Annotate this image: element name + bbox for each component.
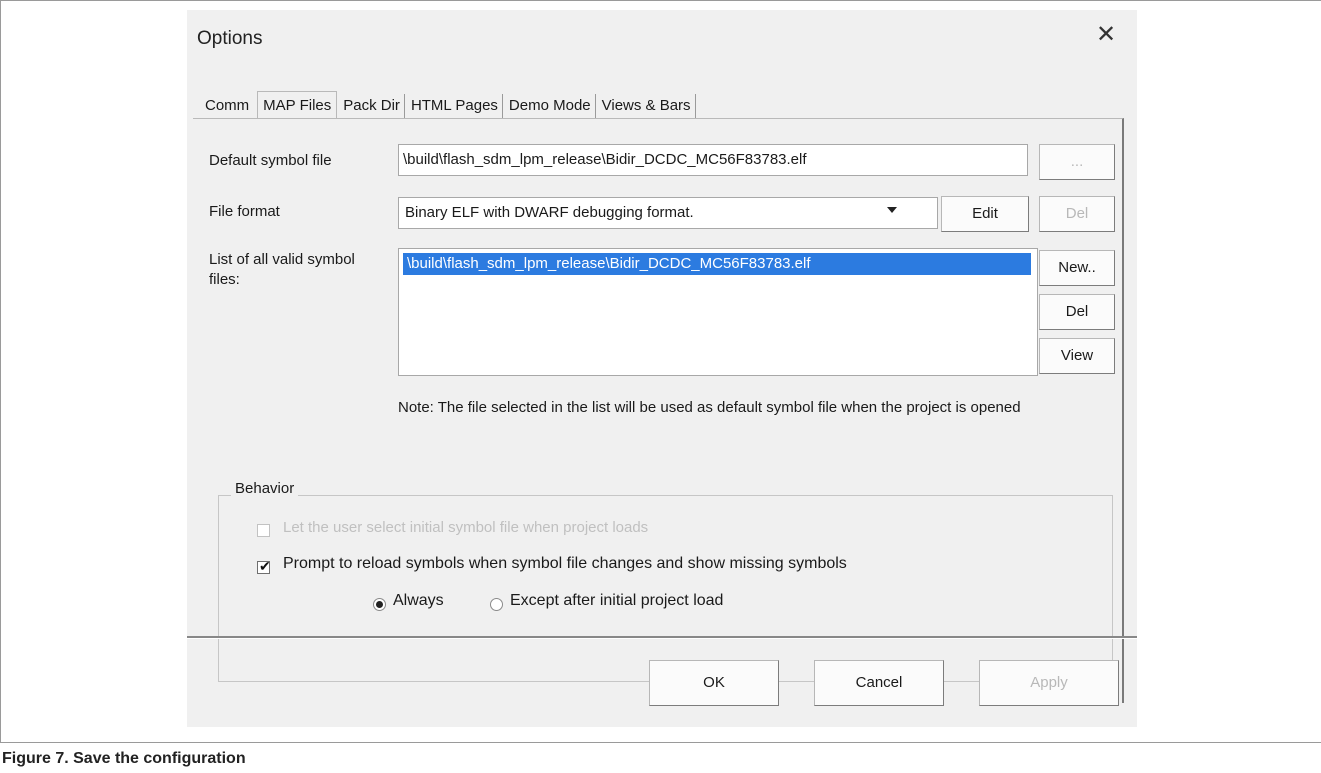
prompt-reload-label: Prompt to reload symbols when symbol fil… — [283, 555, 847, 572]
file-format-value: Binary ELF with DWARF debugging format. — [405, 204, 694, 221]
options-dialog: Options ✕ Comm MAP Files Pack Dir HTML P… — [187, 10, 1137, 727]
radio-selected-dot — [376, 601, 383, 608]
delete-symbol-button[interactable]: Del — [1039, 294, 1115, 330]
behavior-legend: Behavior — [231, 480, 299, 497]
prompt-reload-checkbox[interactable]: ✔ — [257, 558, 271, 574]
list-item[interactable]: \build\flash_sdm_lpm_release\Bidir_DCDC_… — [403, 253, 1031, 275]
tab-map-files[interactable]: MAP Files — [257, 91, 338, 119]
close-icon[interactable]: ✕ — [1093, 22, 1119, 48]
default-symbol-label: Default symbol file — [209, 152, 332, 169]
tab-html-pages[interactable]: HTML Pages — [407, 94, 503, 118]
delete-format-button[interactable]: Del — [1039, 196, 1115, 232]
view-symbol-button[interactable]: View — [1039, 338, 1115, 374]
symbol-file-list[interactable]: \build\flash_sdm_lpm_release\Bidir_DCDC_… — [398, 248, 1038, 376]
cancel-button[interactable]: Cancel — [814, 660, 944, 706]
radio-except-label: Except after initial project load — [510, 592, 724, 609]
apply-button[interactable]: Apply — [979, 660, 1119, 706]
chevron-down-icon[interactable] — [887, 207, 897, 213]
tab-demo-mode[interactable]: Demo Mode — [505, 94, 596, 118]
tab-comm[interactable]: Comm — [201, 94, 255, 118]
dialog-title: Options — [197, 28, 263, 49]
let-user-select-checkbox[interactable] — [257, 524, 270, 537]
file-format-select[interactable]: Binary ELF with DWARF debugging format. — [398, 197, 938, 229]
figure-caption: Figure 7. Save the configuration — [2, 750, 246, 767]
default-symbol-field[interactable]: \build\flash_sdm_lpm_release\Bidir_DCDC_… — [398, 144, 1028, 176]
figure-frame-bottom — [0, 742, 1321, 743]
figure-frame-top — [0, 0, 1321, 1]
tab-strip: Comm MAP Files Pack Dir HTML Pages Demo … — [201, 90, 698, 119]
radio-always[interactable] — [373, 598, 386, 611]
footer-divider-highlight — [187, 638, 1137, 639]
file-format-label: File format — [209, 203, 280, 220]
figure-frame-left — [0, 0, 1, 743]
note-text: Note: The file selected in the list will… — [398, 399, 1021, 416]
tab-pack-dir[interactable]: Pack Dir — [339, 94, 405, 118]
check-icon: ✔ — [259, 558, 271, 574]
radio-except-after-load[interactable] — [490, 598, 503, 611]
browse-button[interactable]: ... — [1039, 144, 1115, 180]
radio-always-label: Always — [393, 592, 444, 609]
symbol-list-label: List of all valid symbol files: — [209, 251, 355, 288]
tab-views-bars[interactable]: Views & Bars — [598, 94, 696, 118]
new-symbol-button[interactable]: New.. — [1039, 250, 1115, 286]
edit-format-button[interactable]: Edit — [941, 196, 1029, 232]
let-user-select-label: Let the user select initial symbol file … — [283, 519, 649, 536]
ok-button[interactable]: OK — [649, 660, 779, 706]
